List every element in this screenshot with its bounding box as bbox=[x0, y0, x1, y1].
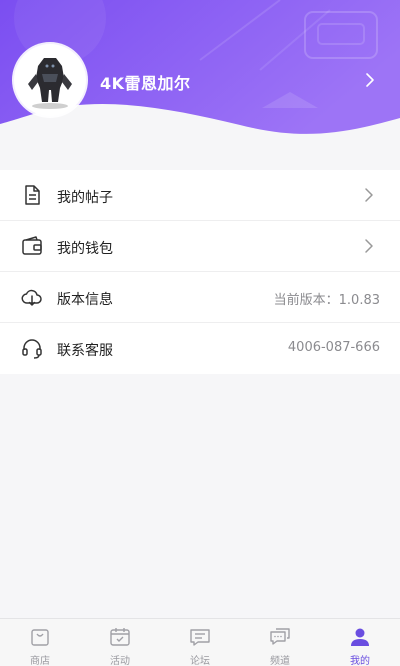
menu-item-label: 我的帖子 bbox=[57, 190, 113, 206]
tab-forum[interactable]: 论坛 bbox=[160, 619, 240, 666]
forum-icon bbox=[190, 629, 210, 646]
chevron-right-icon bbox=[365, 239, 373, 253]
menu-item-version-info[interactable]: 版本信息 当前版本：1.0.83 bbox=[0, 272, 400, 323]
tab-label: 论坛 bbox=[190, 656, 210, 666]
tab-activity[interactable]: 活动 bbox=[80, 619, 160, 666]
chevron-right-icon bbox=[365, 188, 373, 202]
menu-item-my-posts[interactable]: 我的帖子 bbox=[0, 170, 400, 221]
tab-label: 商店 bbox=[30, 656, 50, 666]
channel-icon bbox=[270, 628, 290, 645]
tab-store[interactable]: 商店 bbox=[0, 619, 80, 666]
avatar[interactable] bbox=[14, 44, 86, 116]
headset-icon bbox=[22, 339, 42, 359]
tab-label: 我的 bbox=[350, 656, 370, 666]
cloud-icon bbox=[21, 289, 42, 306]
chevron-right-icon[interactable] bbox=[360, 70, 380, 90]
avatar-image bbox=[28, 58, 72, 109]
store-icon bbox=[31, 629, 49, 646]
bottom-tab-bar: 商店 活动 论坛 频道 我的 bbox=[0, 618, 400, 666]
tab-label: 频道 bbox=[270, 656, 290, 666]
menu-item-contact-support[interactable]: 联系客服 4006-087-666 bbox=[0, 323, 400, 374]
tab-profile[interactable]: 我的 bbox=[320, 619, 400, 666]
profile-header[interactable]: 4K雷恩加尔 bbox=[0, 0, 400, 160]
menu-item-my-wallet[interactable]: 我的钱包 bbox=[0, 221, 400, 272]
support-phone: 4006-087-666 bbox=[287, 340, 380, 355]
menu-item-label: 版本信息 bbox=[57, 292, 113, 308]
document-icon bbox=[25, 185, 40, 205]
calendar-icon bbox=[110, 628, 130, 646]
version-value: 当前版本：1.0.83 bbox=[273, 293, 380, 308]
username: 4K雷恩加尔 bbox=[100, 74, 191, 93]
wallet-icon bbox=[22, 236, 42, 255]
profile-icon bbox=[351, 628, 369, 646]
menu-item-label: 我的钱包 bbox=[57, 241, 113, 257]
settings-menu: 我的帖子 我的钱包 版本信息 当前版本：1.0.83 联系客服 4006-087… bbox=[0, 170, 400, 374]
menu-item-label: 联系客服 bbox=[57, 343, 113, 359]
tab-channel[interactable]: 频道 bbox=[240, 619, 320, 666]
tab-label: 活动 bbox=[110, 656, 130, 666]
